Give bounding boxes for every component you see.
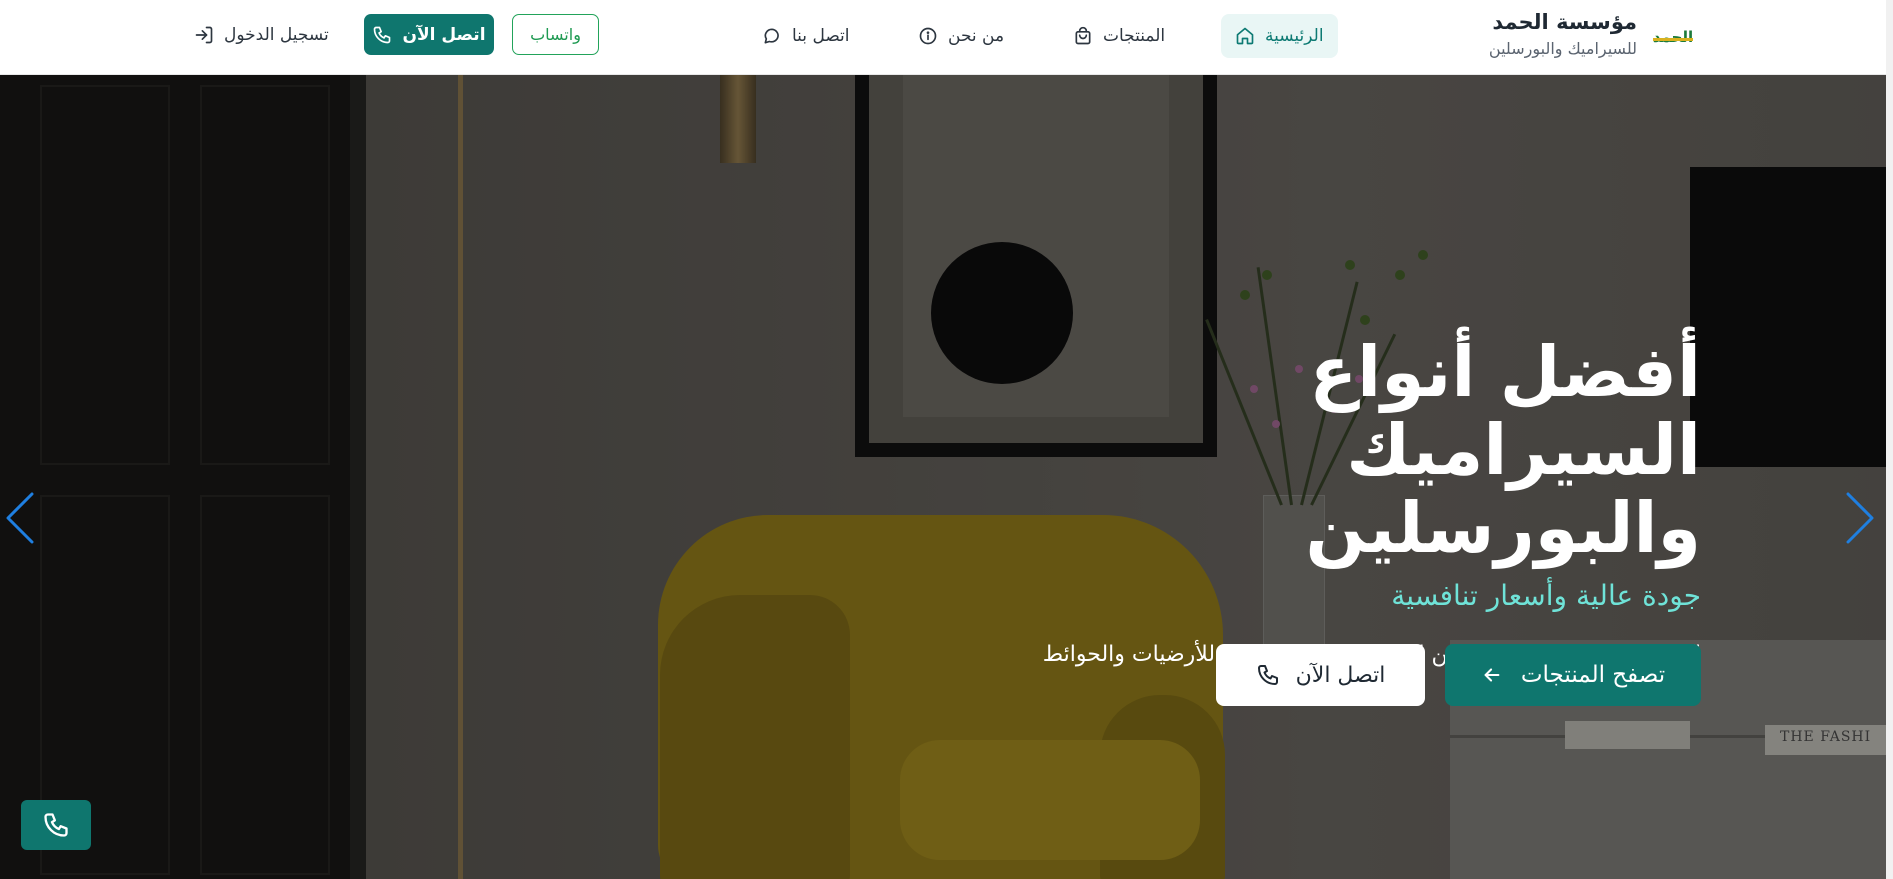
hero-title: أفضل أنواع السيراميك والبورسلين	[941, 333, 1701, 567]
login-icon	[195, 26, 213, 43]
phone-icon	[1257, 665, 1278, 685]
call-now-button[interactable]: اتصل الآن	[364, 14, 494, 55]
chat-bubble-icon	[764, 28, 779, 44]
hero-title-line1: أفضل أنواع السيراميك	[1309, 331, 1701, 491]
phone-icon	[374, 26, 391, 43]
chevron-right-icon	[1846, 492, 1874, 544]
browse-products-button[interactable]: تصفح المنتجات	[1445, 644, 1701, 706]
nav-about-label: من نحن	[948, 26, 1005, 46]
floating-call-button[interactable]	[21, 800, 91, 850]
home-icon	[1236, 27, 1254, 45]
logo-text: الحمد	[1652, 28, 1694, 46]
navbar: الحمد مؤسسة الحمد للسيراميك والبورسلين ا…	[0, 0, 1893, 75]
brand-logo[interactable]: الحمد	[1649, 24, 1697, 50]
nav-home-label: الرئيسية	[1265, 26, 1324, 46]
info-icon	[919, 27, 937, 45]
nav-contact[interactable]: اتصل بنا	[748, 14, 864, 58]
hero-call-now-button[interactable]: اتصل الآن	[1216, 644, 1425, 706]
hero-content: أفضل أنواع السيراميك والبورسلين جودة عال…	[941, 333, 1701, 667]
call-now-label: اتصل الآن	[402, 24, 486, 45]
login-link[interactable]: تسجيل الدخول	[194, 14, 329, 55]
chevron-left-icon	[6, 492, 34, 544]
nav-products[interactable]: المنتجات	[1059, 14, 1179, 58]
browse-products-label: تصفح المنتجات	[1520, 662, 1666, 688]
nav-contact-label: اتصل بنا	[792, 26, 850, 46]
nav-home[interactable]: الرئيسية	[1221, 14, 1338, 58]
whatsapp-button[interactable]: واتساب	[512, 14, 599, 55]
brand-subtitle: للسيراميك والبورسلين	[1488, 39, 1637, 58]
nav-about[interactable]: من نحن	[904, 14, 1018, 58]
hero-title-line2: والبورسلين	[1305, 487, 1701, 569]
hero-call-now-label: اتصل الآن	[1295, 662, 1386, 688]
logo-underline	[1653, 38, 1693, 41]
hero-subtitle: جودة عالية وأسعار تنافسية	[1391, 579, 1701, 612]
phone-icon	[44, 813, 68, 837]
login-label: تسجيل الدخول	[224, 24, 329, 45]
brand-name: مؤسسة الحمد	[1492, 10, 1637, 34]
carousel-next-button[interactable]	[1842, 490, 1878, 546]
carousel-prev-button[interactable]	[2, 490, 38, 546]
shopping-bag-icon	[1075, 26, 1091, 45]
brand-text: مؤسسة الحمد للسيراميك والبورسلين	[1489, 10, 1637, 58]
arrow-left-icon	[1484, 668, 1500, 682]
hero-buttons: تصفح المنتجات اتصل الآن	[1216, 644, 1701, 706]
page-scrollbar[interactable]	[1886, 0, 1893, 879]
nav-products-label: المنتجات	[1103, 26, 1166, 46]
